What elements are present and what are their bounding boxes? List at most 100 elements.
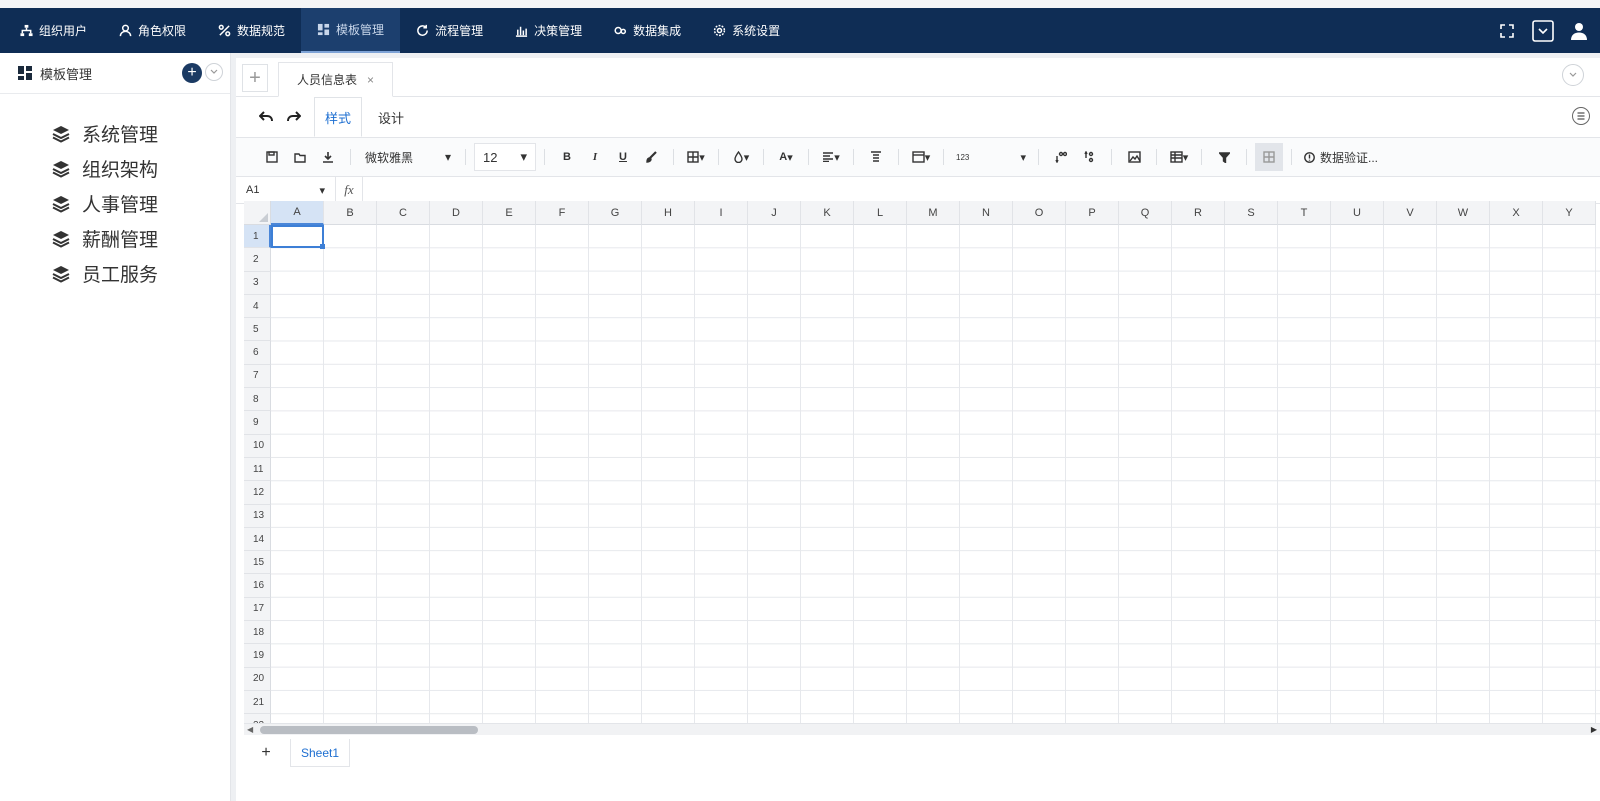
row-header[interactable]: 15 <box>244 551 271 575</box>
column-header[interactable]: E <box>483 201 536 225</box>
ribbon-tab-design[interactable]: 设计 <box>368 99 414 135</box>
column-header[interactable]: S <box>1225 201 1278 225</box>
gridlines-toggle[interactable] <box>1255 143 1283 171</box>
row-header[interactable]: 14 <box>244 527 271 552</box>
dropdown-menu-button[interactable] <box>1532 19 1554 42</box>
align-button[interactable]: ▾ <box>817 143 845 171</box>
row-header[interactable]: 13 <box>244 504 271 528</box>
row-header[interactable]: 2 <box>244 248 271 272</box>
new-tab-button[interactable]: + <box>242 64 268 92</box>
sidebar-item-org[interactable]: 组织架构 <box>52 151 230 186</box>
sidebar-collapse-button[interactable] <box>205 63 223 81</box>
nav-item-data-integration[interactable]: 数据集成 <box>598 8 697 53</box>
number-format-select[interactable]: 123 ▾ <box>952 143 1030 171</box>
fill-color-button[interactable]: ▾ <box>727 143 755 171</box>
sidebar-item-employee-service[interactable]: 员工服务 <box>52 256 230 291</box>
active-cell-a1[interactable] <box>271 225 325 249</box>
tabs-menu-button[interactable] <box>1562 64 1584 86</box>
open-button[interactable] <box>286 143 314 171</box>
merge-cells-button[interactable]: ▾ <box>907 143 935 171</box>
column-header[interactable]: H <box>642 201 695 225</box>
column-header[interactable]: X <box>1490 201 1543 225</box>
nav-item-data-standard[interactable]: 数据规范 <box>202 8 301 53</box>
sidebar-item-hr[interactable]: 人事管理 <box>52 186 230 221</box>
underline-button[interactable]: U <box>609 143 637 171</box>
format-painter-button[interactable] <box>637 143 665 171</box>
row-header[interactable]: 18 <box>244 621 271 645</box>
undo-button[interactable] <box>252 103 280 131</box>
font-size-select[interactable]: 12 ▾ <box>474 143 536 171</box>
nav-item-workflow[interactable]: 流程管理 <box>400 8 499 53</box>
redo-button[interactable] <box>280 103 308 131</box>
row-header[interactable]: 10 <box>244 434 271 458</box>
column-header[interactable]: L <box>854 201 907 225</box>
column-header[interactable]: R <box>1172 201 1225 225</box>
font-color-button[interactable]: A ▾ <box>772 143 800 171</box>
row-header[interactable]: 4 <box>244 294 271 319</box>
nav-item-roles[interactable]: 角色权限 <box>103 8 202 53</box>
sidebar-item-payroll[interactable]: 薪酬管理 <box>52 221 230 256</box>
row-header[interactable]: 3 <box>244 271 271 295</box>
row-header[interactable]: 8 <box>244 388 271 412</box>
row-header[interactable]: 16 <box>244 574 271 598</box>
select-all-corner[interactable] <box>244 201 271 225</box>
close-icon[interactable]: × <box>367 73 374 87</box>
spreadsheet-grid[interactable]: A B C D E F G H I J K L M N O P Q R S T … <box>244 201 1600 723</box>
column-header[interactable]: B <box>324 201 377 225</box>
row-header[interactable]: 17 <box>244 597 271 622</box>
font-family-select[interactable]: 微软雅黑 ▾ <box>359 143 457 171</box>
data-validation-button[interactable]: 数据验证... <box>1300 143 1382 171</box>
column-header[interactable]: V <box>1384 201 1437 225</box>
column-header[interactable]: W <box>1437 201 1490 225</box>
column-header[interactable]: F <box>536 201 589 225</box>
column-header[interactable]: Y <box>1543 201 1596 225</box>
name-box[interactable]: A1 ▾ <box>236 177 336 203</box>
column-header[interactable]: D <box>430 201 483 225</box>
table-style-button[interactable]: ▾ <box>1165 143 1193 171</box>
column-header[interactable]: U <box>1331 201 1384 225</box>
column-header[interactable]: N <box>960 201 1013 225</box>
row-header[interactable]: 6 <box>244 341 271 365</box>
sidebar-item-system[interactable]: 系统管理 <box>52 116 230 151</box>
column-header[interactable]: G <box>589 201 642 225</box>
vertical-align-button[interactable] <box>862 143 890 171</box>
row-header[interactable]: 1 <box>244 225 271 249</box>
save-button[interactable] <box>258 143 286 171</box>
bold-button[interactable]: B <box>553 143 581 171</box>
column-header[interactable]: C <box>377 201 430 225</box>
column-header[interactable]: J <box>748 201 801 225</box>
column-header[interactable]: Q <box>1119 201 1172 225</box>
column-header[interactable]: O <box>1013 201 1066 225</box>
insert-image-button[interactable] <box>1120 143 1148 171</box>
sheet-tab-sheet1[interactable]: Sheet1 <box>290 739 351 767</box>
column-header[interactable]: T <box>1278 201 1331 225</box>
scrollbar-thumb[interactable] <box>260 726 478 734</box>
row-header[interactable]: 11 <box>244 457 271 482</box>
scroll-left-icon[interactable]: ◀ <box>247 725 253 734</box>
download-button[interactable] <box>314 143 342 171</box>
column-header[interactable]: K <box>801 201 854 225</box>
filter-button[interactable] <box>1210 143 1238 171</box>
column-header[interactable]: I <box>695 201 748 225</box>
row-header[interactable]: 5 <box>244 318 271 342</box>
nav-item-settings[interactable]: 系统设置 <box>697 8 796 53</box>
row-header[interactable]: 7 <box>244 364 271 389</box>
formula-input[interactable] <box>363 177 1600 203</box>
user-avatar-button[interactable] <box>1568 20 1590 42</box>
ribbon-tab-style[interactable]: 样式 <box>314 97 363 137</box>
decrease-decimal-button[interactable] <box>1075 143 1103 171</box>
tab-personnel-info[interactable]: 人员信息表 × <box>278 62 394 97</box>
column-header[interactable]: P <box>1066 201 1119 225</box>
nav-item-org-users[interactable]: 组织用户 <box>0 8 103 53</box>
column-header[interactable]: A <box>271 201 324 225</box>
increase-decimal-button[interactable] <box>1047 143 1075 171</box>
nav-item-templates[interactable]: 模板管理 <box>301 8 401 53</box>
row-header[interactable]: 22 <box>244 714 271 723</box>
column-header[interactable]: M <box>907 201 960 225</box>
scroll-right-icon[interactable]: ▶ <box>1591 725 1597 734</box>
add-template-button[interactable]: + <box>182 63 202 83</box>
borders-button[interactable]: ▾ <box>682 143 710 171</box>
row-header[interactable]: 21 <box>244 690 271 715</box>
row-header[interactable]: 19 <box>244 644 271 668</box>
nav-item-decision[interactable]: 决策管理 <box>499 8 598 53</box>
